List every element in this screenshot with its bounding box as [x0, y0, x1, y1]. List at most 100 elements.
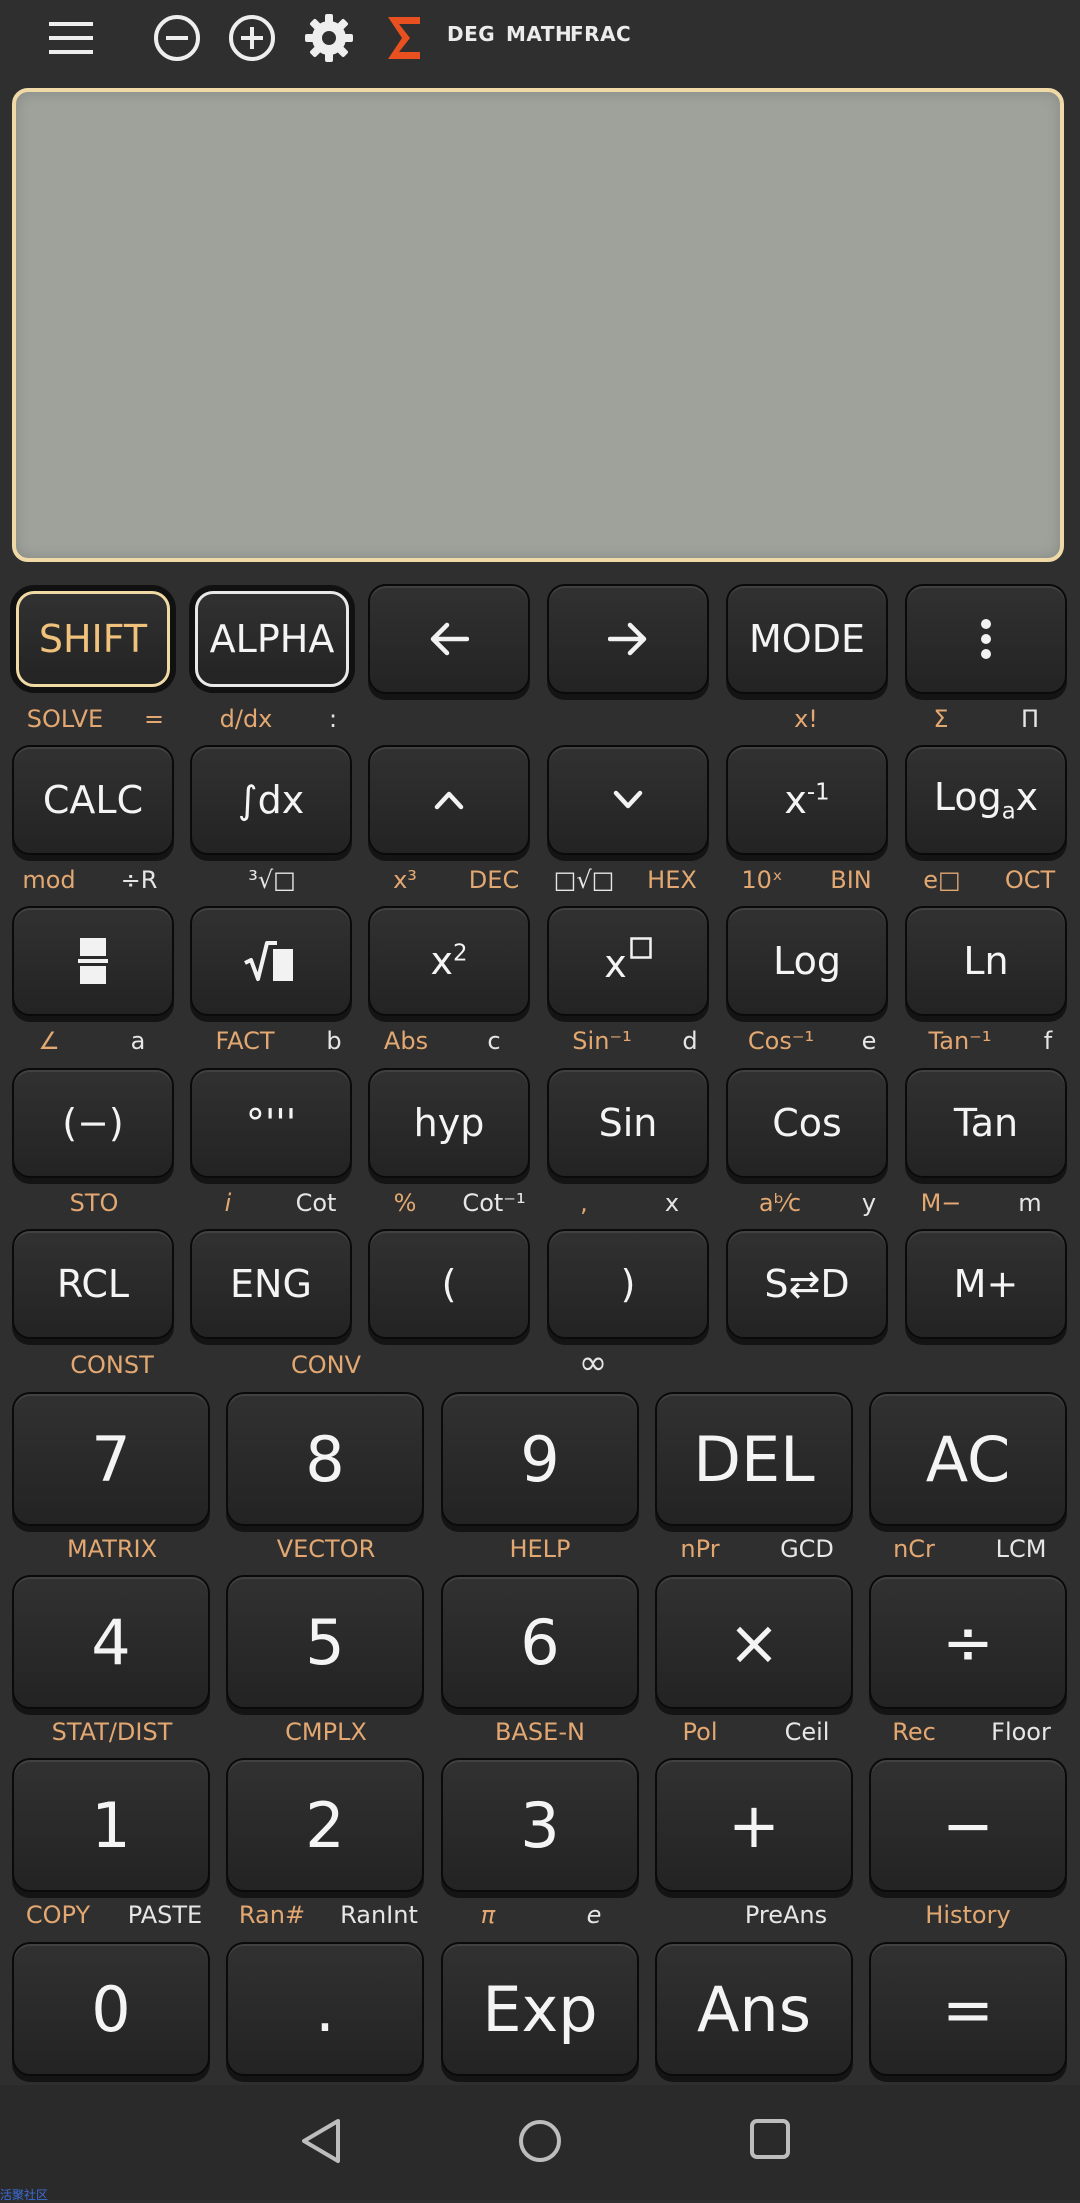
right-paren-key[interactable]: )	[547, 1229, 709, 1339]
arrow-left-icon	[430, 622, 469, 656]
minus-key[interactable]: −	[869, 1758, 1067, 1892]
cursor-down-key[interactable]	[547, 745, 709, 855]
equals-key[interactable]: =	[869, 1942, 1067, 2076]
calculator-display[interactable]	[12, 88, 1064, 562]
eng-key[interactable]: ENG	[190, 1229, 352, 1339]
exp-key[interactable]: Exp	[441, 1942, 639, 2076]
digit-4-label: 4	[91, 1605, 131, 1679]
rcl-key[interactable]: RCL	[12, 1229, 174, 1339]
label-npr: nPr	[680, 1535, 720, 1563]
tan-key[interactable]: Tan	[905, 1068, 1067, 1178]
cursor-right-key[interactable]	[547, 584, 709, 694]
label-euler: e	[586, 1901, 602, 1929]
eng-key-label: ENG	[230, 1262, 312, 1306]
digit-6-key[interactable]: 6	[441, 1575, 639, 1709]
degrees-minutes-seconds-key[interactable]: °'''	[190, 1068, 352, 1178]
s-to-d-key[interactable]: S⇄D	[726, 1229, 888, 1339]
power-key[interactable]: x	[547, 906, 709, 1016]
label-var-y: y	[861, 1189, 877, 1217]
label-matrix: MATRIX	[66, 1535, 158, 1563]
left-paren-key[interactable]: (	[368, 1229, 530, 1339]
digit-1-key[interactable]: 1	[12, 1758, 210, 1892]
chevron-up-icon	[434, 791, 464, 810]
digit-7-key[interactable]: 7	[12, 1392, 210, 1526]
label-history: History	[925, 1901, 1011, 1929]
reciprocal-key-label: x-1	[784, 778, 830, 822]
label-var-b: b	[326, 1027, 342, 1055]
label-vector: VECTOR	[276, 1535, 376, 1563]
label-bin: BIN	[830, 866, 872, 894]
divide-key[interactable]: ÷	[869, 1575, 1067, 1709]
ans-key[interactable]: Ans	[655, 1942, 853, 2076]
digit-5-key[interactable]: 5	[226, 1575, 424, 1709]
all-clear-key[interactable]: AC	[869, 1392, 1067, 1526]
label-preans: PreAns	[744, 1901, 828, 1929]
hyp-key-label: hyp	[413, 1101, 485, 1145]
digit-7-label: 7	[91, 1422, 131, 1496]
shift-key[interactable]: SHIFT	[16, 591, 170, 687]
power-key-label: x	[604, 936, 652, 986]
label-sto: STO	[69, 1189, 119, 1217]
label-random-int: RanInt	[340, 1901, 418, 1929]
decimal-point-key[interactable]: .	[226, 1942, 424, 2076]
label-ncr: nCr	[893, 1535, 935, 1563]
plus-key-label: +	[728, 1788, 780, 1862]
delete-key[interactable]: DEL	[655, 1392, 853, 1526]
cursor-left-key[interactable]	[368, 584, 530, 694]
sin-key[interactable]: Sin	[547, 1068, 709, 1178]
log-base-a-key[interactable]: Logax	[905, 745, 1067, 855]
delete-key-label: DEL	[693, 1422, 815, 1496]
exp-key-label: Exp	[482, 1972, 598, 2046]
log-key[interactable]: Log	[726, 906, 888, 1016]
label-abs: Abs	[383, 1027, 429, 1055]
negative-key[interactable]: (−)	[12, 1068, 174, 1178]
label-factorial: x!	[794, 705, 818, 733]
cursor-up-key[interactable]	[368, 745, 530, 855]
hyp-key[interactable]: hyp	[368, 1068, 530, 1178]
label-colon: :	[328, 705, 338, 733]
all-clear-key-label: AC	[925, 1422, 1011, 1496]
label-div-remainder: ÷R	[120, 866, 158, 894]
placeholder-box-icon	[630, 936, 652, 959]
digit-8-key[interactable]: 8	[226, 1392, 424, 1526]
square-key[interactable]: x2	[368, 906, 530, 1016]
label-var-d: d	[682, 1027, 698, 1055]
label-const: CONST	[70, 1351, 154, 1379]
label-var-x: x	[664, 1189, 680, 1217]
square-root-key[interactable]	[190, 906, 352, 1016]
log-base-a-key-label: Logax	[933, 775, 1039, 825]
back-triangle-icon[interactable]	[298, 2117, 344, 2170]
digit-3-key[interactable]: 3	[441, 1758, 639, 1892]
minus-circle-icon[interactable]	[150, 8, 204, 68]
more-options-key[interactable]	[905, 584, 1067, 694]
cos-key[interactable]: Cos	[726, 1068, 888, 1178]
label-comma: ,	[580, 1189, 588, 1217]
recents-square-icon[interactable]	[748, 2117, 792, 2166]
label-pol: Pol	[682, 1718, 718, 1746]
ln-key[interactable]: Ln	[905, 906, 1067, 1016]
label-infinity: ∞	[578, 1343, 608, 1383]
label-summation: Σ	[933, 705, 949, 733]
alpha-key[interactable]: ALPHA	[195, 591, 349, 687]
plus-key[interactable]: +	[655, 1758, 853, 1892]
multiply-key[interactable]: ×	[655, 1575, 853, 1709]
digit-9-key[interactable]: 9	[441, 1392, 639, 1526]
digit-2-key[interactable]: 2	[226, 1758, 424, 1892]
integral-key[interactable]: ∫dx	[190, 745, 352, 855]
home-circle-icon[interactable]	[516, 2117, 564, 2170]
sigma-icon[interactable]	[383, 8, 425, 68]
calc-key[interactable]: CALC	[12, 745, 174, 855]
digit-4-key[interactable]: 4	[12, 1575, 210, 1709]
fraction-key[interactable]	[12, 906, 174, 1016]
rcl-key-label: RCL	[56, 1262, 130, 1306]
gear-icon[interactable]	[300, 8, 358, 68]
hamburger-menu-icon[interactable]	[40, 8, 102, 68]
reciprocal-key[interactable]: x-1	[726, 745, 888, 855]
digit-0-key[interactable]: 0	[12, 1942, 210, 2076]
mode-key[interactable]: MODE	[726, 584, 888, 694]
negative-key-label: (−)	[62, 1101, 124, 1145]
m-plus-key[interactable]: M+	[905, 1229, 1067, 1339]
label-paste: PASTE	[127, 1901, 203, 1929]
plus-circle-icon[interactable]	[225, 8, 279, 68]
label-mod: mod	[22, 866, 76, 894]
